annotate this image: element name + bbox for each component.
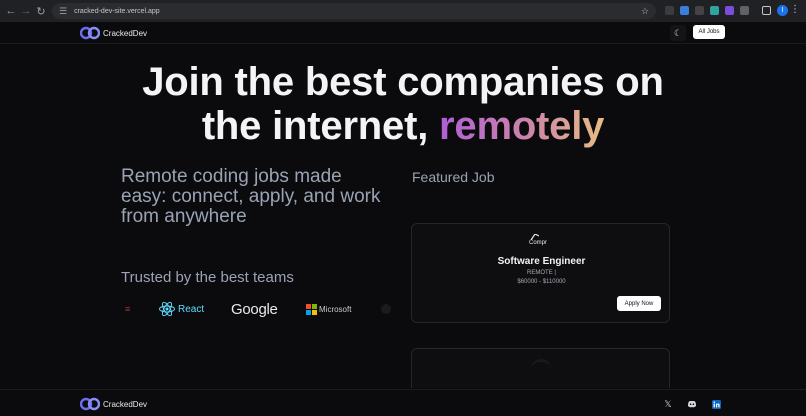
logo-icon (80, 397, 100, 411)
linkedin-glyph (711, 399, 721, 409)
partial-logo-icon: ≡ (125, 304, 131, 314)
logo-icon (80, 26, 100, 40)
reload-icon[interactable]: ↻ (33, 3, 49, 19)
react-label: React (178, 303, 205, 315)
google-label: Google (231, 300, 278, 318)
react-logo: React (158, 297, 204, 321)
job-location: REMOTE | (527, 270, 556, 276)
job-title: Software Engineer (497, 256, 586, 267)
bookmark-star-icon[interactable]: ☆ (641, 6, 649, 17)
extension-icon[interactable] (695, 6, 704, 15)
footer-brand-logo[interactable]: CrackedDev (80, 397, 147, 411)
site-header: CrackedDev ☾ All Jobs (0, 22, 806, 44)
tagline: Remote coding jobs made easy: connect, a… (121, 166, 381, 227)
brand-logos: ≡ React Google Microsoft (121, 297, 401, 321)
x-twitter-icon[interactable]: 𝕏 (663, 399, 673, 409)
partial-logo-icon (381, 297, 391, 321)
footer-brand-name: CrackedDev (103, 399, 148, 409)
trusted-heading: Trusted by the best teams (121, 269, 294, 286)
extension-icon[interactable] (680, 6, 689, 15)
react-icon (159, 301, 175, 317)
apply-now-button[interactable]: Apply Now (617, 296, 661, 311)
microsoft-logo: Microsoft (306, 297, 351, 321)
hero-highlight: remotely (439, 104, 605, 148)
all-jobs-button[interactable]: All Jobs (693, 25, 725, 39)
discord-glyph (688, 401, 696, 408)
microsoft-label: Microsoft (319, 304, 352, 314)
hero-line-1: Join the best companies on (142, 60, 664, 104)
theme-toggle-moon-icon[interactable]: ☾ (670, 25, 686, 41)
featured-heading: Featured Job (412, 169, 495, 185)
google-logo: Google (231, 297, 278, 321)
url-text: cracked-dev-site.vercel.app (74, 7, 160, 15)
job-salary: $60000 - $110000 (517, 279, 566, 285)
extension-icon[interactable] (710, 6, 719, 15)
extensions-puzzle-icon[interactable] (740, 6, 749, 15)
extension-icon[interactable] (725, 6, 734, 15)
back-icon[interactable]: ← (3, 3, 19, 19)
job-card[interactable]: Compr Software Engineer REMOTE | $60000 … (411, 223, 670, 323)
forward-icon[interactable]: → (18, 3, 34, 19)
hero-line-2-prefix: the internet, (201, 104, 440, 148)
job-card[interactable] (411, 348, 670, 388)
brand-name: CrackedDev (103, 28, 148, 38)
hero-heading: Join the best companies on the internet,… (0, 60, 806, 148)
microsoft-icon (306, 303, 317, 315)
address-bar[interactable]: ☰ cracked-dev-site.vercel.app ☆ (52, 3, 656, 19)
profile-avatar[interactable]: I (777, 5, 788, 16)
browser-menu-icon[interactable]: ⋮ (790, 4, 800, 15)
company-logo-icon (531, 359, 551, 379)
hero-line-2: the internet, remotely (0, 104, 806, 148)
brand-logo[interactable]: CrackedDev (80, 26, 147, 40)
site-info-icon[interactable]: ☰ (59, 6, 67, 17)
company-logo: Compr (529, 234, 553, 250)
side-panel-icon[interactable] (762, 6, 771, 15)
discord-icon[interactable] (687, 399, 697, 409)
browser-toolbar: ← → ↻ ☰ cracked-dev-site.vercel.app ☆ I … (0, 0, 806, 22)
company-logo-text: Compr (529, 240, 548, 246)
site-footer: CrackedDev 𝕏 (0, 389, 806, 416)
extension-icon[interactable] (665, 6, 674, 15)
linkedin-icon[interactable] (711, 399, 721, 409)
